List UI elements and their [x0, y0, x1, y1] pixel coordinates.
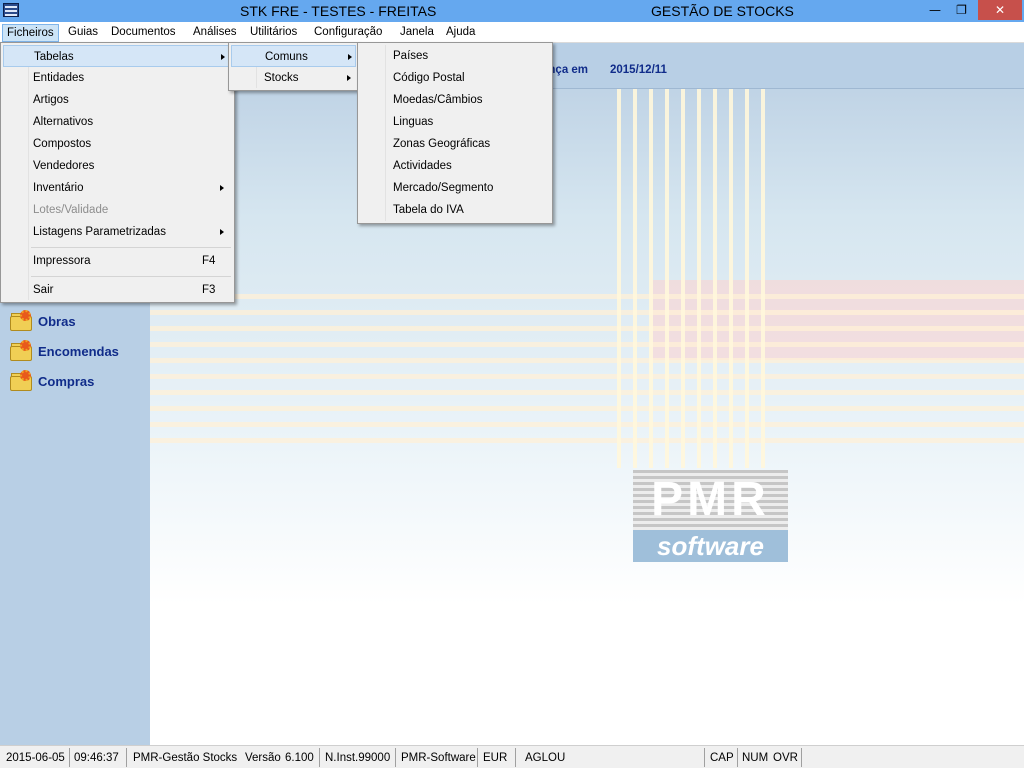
- menu-item-paises[interactable]: Países: [360, 45, 550, 67]
- menu-item-compostos[interactable]: Compostos: [3, 133, 232, 155]
- menu-item-listagens-parametrizadas[interactable]: Listagens Parametrizadas: [3, 221, 232, 243]
- status-time: 09:46:37: [74, 752, 119, 764]
- menu-item-sair[interactable]: Sair F3: [3, 279, 232, 301]
- submenu-arrow-icon: [220, 229, 224, 235]
- menu-item-shortcut: F4: [202, 255, 216, 267]
- submenu-arrow-icon: [347, 75, 351, 81]
- menu-documentos[interactable]: Documentos: [107, 24, 180, 42]
- pmr-software-logo: PMR software: [633, 470, 788, 562]
- status-date: 2015-06-05: [6, 752, 65, 764]
- menu-item-label: Lotes/Validade: [33, 204, 109, 216]
- status-version: 6.100: [285, 752, 314, 764]
- sidebar-item-label: Obras: [38, 313, 76, 329]
- submenu-arrow-icon: [221, 54, 225, 60]
- status-caps-lock: CAP: [710, 752, 734, 764]
- title-bar: STK FRE - TESTES - FREITAS GESTÃO DE STO…: [0, 0, 1024, 22]
- menu-item-tabelas[interactable]: Tabelas: [3, 45, 232, 67]
- logo-pmr-text: PMR: [633, 470, 788, 530]
- menu-analises[interactable]: Análises: [189, 24, 240, 42]
- menu-utilitarios[interactable]: Utilitários: [246, 24, 301, 42]
- menu-item-label: Listagens Parametrizadas: [33, 226, 166, 238]
- menu-item-label: Actividades: [393, 160, 452, 172]
- menu-ficheiros[interactable]: Ficheiros: [2, 24, 59, 42]
- menu-item-label: Código Postal: [393, 72, 465, 84]
- status-version-label: Versão: [245, 752, 281, 764]
- comuns-submenu: Países Código Postal Moedas/Câmbios Ling…: [357, 42, 553, 224]
- menu-item-label: Vendedores: [33, 160, 95, 172]
- status-bar: 2015-06-05 09:46:37 PMR-Gestão Stocks Ve…: [0, 745, 1024, 768]
- menu-item-label: Artigos: [33, 94, 69, 106]
- menu-configuracao[interactable]: Configuração: [310, 24, 386, 42]
- menu-item-mercado-segmento[interactable]: Mercado/Segmento: [360, 177, 550, 199]
- menu-item-stocks[interactable]: Stocks: [231, 67, 356, 89]
- menu-item-label: Entidades: [33, 72, 85, 84]
- status-num-lock: NUM: [742, 752, 769, 764]
- menu-separator: [31, 247, 231, 248]
- menu-item-comuns[interactable]: Comuns: [231, 45, 356, 67]
- close-button[interactable]: ✕: [978, 0, 1022, 20]
- info-date: 2015/12/11: [610, 64, 667, 76]
- sidebar-item-obras[interactable]: Obras: [8, 309, 76, 333]
- menu-item-label: Sair: [33, 284, 54, 296]
- menu-ajuda[interactable]: Ajuda: [442, 24, 479, 42]
- window-title: STK FRE - TESTES - FREITAS: [240, 3, 437, 19]
- status-installation: N.Inst.99000: [325, 752, 391, 764]
- menu-item-label: Stocks: [264, 72, 299, 84]
- menu-guias[interactable]: Guias: [64, 24, 102, 42]
- status-user: AGLOU: [525, 752, 566, 764]
- module-title: GESTÃO DE STOCKS: [651, 3, 794, 19]
- status-vendor: PMR-Software: [401, 752, 476, 764]
- menu-item-lotes-validade: Lotes/Validade: [3, 199, 232, 221]
- menu-item-tabela-do-iva[interactable]: Tabela do IVA: [360, 199, 550, 221]
- menu-item-alternativos[interactable]: Alternativos: [3, 111, 232, 133]
- menu-item-codigo-postal[interactable]: Código Postal: [360, 67, 550, 89]
- submenu-arrow-icon: [348, 54, 352, 60]
- menu-item-label: Comuns: [265, 51, 308, 63]
- menu-item-inventario[interactable]: Inventário: [3, 177, 232, 199]
- minimize-button[interactable]: —: [922, 0, 948, 20]
- menu-item-moedas-cambios[interactable]: Moedas/Câmbios: [360, 89, 550, 111]
- status-overwrite: OVR: [773, 752, 798, 764]
- sidebar-item-compras[interactable]: Compras: [8, 369, 94, 393]
- status-app-name: PMR-Gestão Stocks: [133, 752, 238, 764]
- menu-item-label: Países: [393, 50, 429, 62]
- menu-item-vendedores[interactable]: Vendedores: [3, 155, 232, 177]
- menu-separator: [31, 276, 231, 277]
- submenu-arrow-icon: [220, 185, 224, 191]
- ficheiros-menu: Tabelas Entidades Artigos Alternativos C…: [0, 42, 235, 303]
- menu-item-label: Alternativos: [33, 116, 94, 128]
- menu-janela[interactable]: Janela: [396, 24, 438, 42]
- menu-item-label: Linguas: [393, 116, 434, 128]
- menu-item-label: Compostos: [33, 138, 92, 150]
- tabelas-submenu: Comuns Stocks: [228, 42, 359, 91]
- background-stripes-horizontal: [150, 280, 1024, 450]
- menu-item-label: Zonas Geográficas: [393, 138, 491, 150]
- sidebar-item-encomendas[interactable]: Encomendas: [8, 339, 119, 363]
- menu-item-zonas-geograficas[interactable]: Zonas Geográficas: [360, 133, 550, 155]
- menu-item-label: Moedas/Câmbios: [393, 94, 483, 106]
- menu-item-label: Mercado/Segmento: [393, 182, 494, 194]
- menu-bar: Ficheiros Guias Documentos Análises Util…: [0, 22, 1024, 43]
- folder-gear-icon: [8, 340, 34, 362]
- app-logo-icon[interactable]: [3, 3, 19, 17]
- folder-gear-icon: [8, 310, 34, 332]
- menu-item-label: Impressora: [33, 255, 91, 267]
- sidebar-item-label: Compras: [38, 373, 95, 389]
- menu-item-label: Tabelas: [34, 51, 74, 63]
- status-currency: EUR: [483, 752, 508, 764]
- background-stripes-vertical: [617, 88, 787, 468]
- menu-item-linguas[interactable]: Linguas: [360, 111, 550, 133]
- menu-item-impressora[interactable]: Impressora F4: [3, 250, 232, 272]
- menu-item-entidades[interactable]: Entidades: [3, 67, 232, 89]
- menu-item-shortcut: F3: [202, 284, 216, 296]
- logo-software-text: software: [633, 530, 788, 562]
- restore-button[interactable]: ❐: [948, 0, 975, 20]
- menu-item-artigos[interactable]: Artigos: [3, 89, 232, 111]
- menu-item-label: Inventário: [33, 182, 84, 194]
- menu-item-label: Tabela do IVA: [393, 204, 464, 216]
- sidebar-item-label: Encomendas: [38, 343, 119, 359]
- folder-gear-icon: [8, 370, 34, 392]
- menu-item-actividades[interactable]: Actividades: [360, 155, 550, 177]
